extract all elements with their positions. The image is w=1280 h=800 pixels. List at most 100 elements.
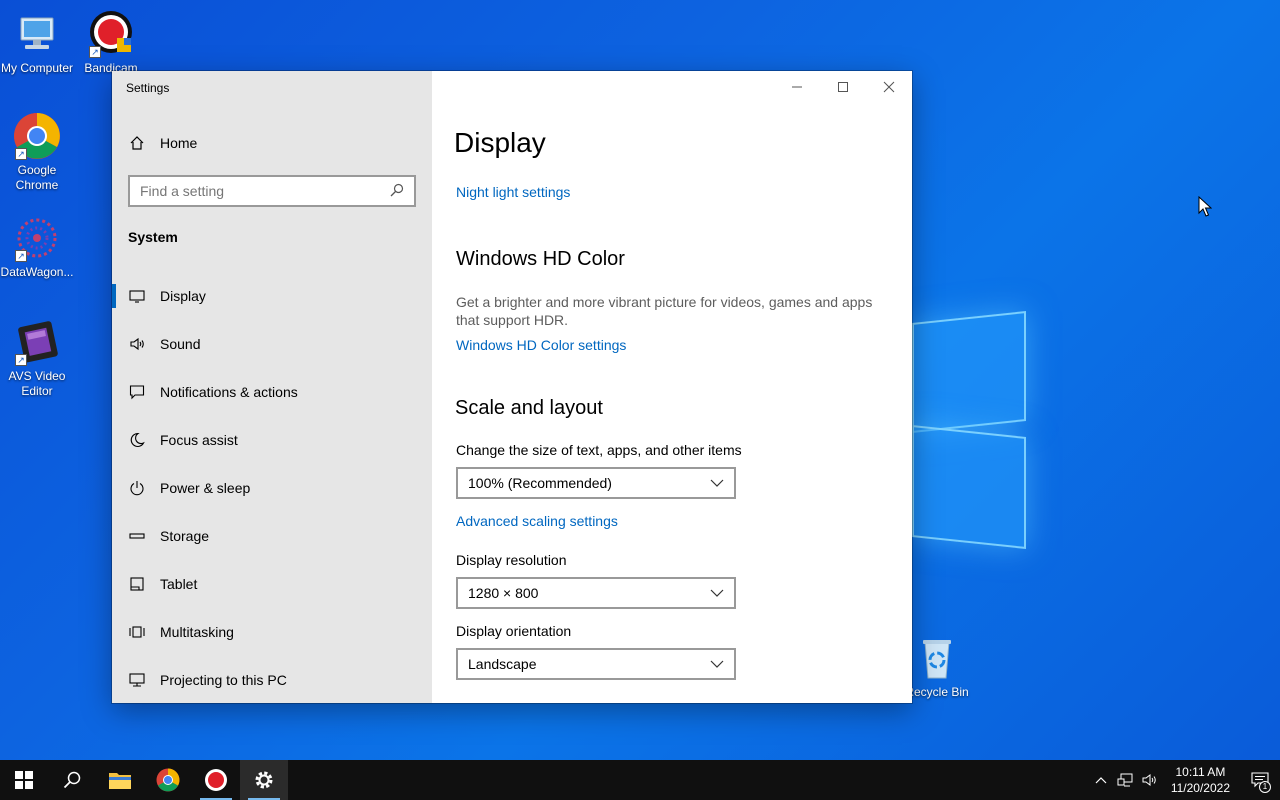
desktop-icon-my-computer[interactable]: My Computer bbox=[0, 10, 74, 76]
hd-color-heading: Windows HD Color bbox=[456, 248, 625, 270]
windows-wallpaper-logo bbox=[912, 305, 1030, 550]
sidebar-item-label: Home bbox=[160, 135, 198, 151]
multitasking-icon bbox=[128, 623, 146, 641]
storage-icon bbox=[128, 527, 146, 545]
desktop-icon-google-chrome[interactable]: ↗ Google Chrome bbox=[0, 112, 74, 193]
avs-video-editor-icon: ↗ bbox=[13, 318, 61, 366]
resolution-value: 1280 × 800 bbox=[468, 585, 539, 601]
sidebar-item-label: Power & sleep bbox=[160, 480, 251, 496]
tablet-icon bbox=[128, 575, 146, 593]
windows-start-icon bbox=[15, 771, 33, 789]
bandicam-icon: ↗ bbox=[87, 10, 135, 58]
sidebar-item-label: Focus assist bbox=[160, 432, 238, 448]
chevron-down-icon bbox=[710, 589, 724, 597]
sidebar-item-label: Projecting to this PC bbox=[160, 672, 287, 688]
settings-window: Settings Home Find a setting System Disp… bbox=[112, 71, 912, 703]
volume-button[interactable] bbox=[1137, 760, 1161, 800]
search-icon bbox=[63, 771, 81, 789]
scale-dropdown[interactable]: 100% (Recommended) bbox=[456, 467, 736, 499]
desktop-icon-label: Recycle Bin bbox=[905, 685, 969, 699]
network-icon bbox=[1117, 773, 1133, 787]
sidebar-item-label: Sound bbox=[160, 336, 201, 352]
scale-value: 100% (Recommended) bbox=[468, 475, 612, 491]
window-title: Settings bbox=[126, 81, 170, 95]
orientation-dropdown[interactable]: Landscape bbox=[456, 648, 736, 680]
sidebar-item-label: Notifications & actions bbox=[160, 384, 298, 400]
bandicam-icon bbox=[205, 769, 227, 791]
chrome-icon: ↗ bbox=[13, 112, 61, 160]
hd-color-settings-link[interactable]: Windows HD Color settings bbox=[456, 337, 626, 353]
settings-sidebar: Settings Home Find a setting System Disp… bbox=[112, 71, 432, 703]
sidebar-item-tablet[interactable]: Tablet bbox=[112, 564, 432, 604]
desktop-icon-label: AVS Video Editor bbox=[8, 369, 66, 398]
taskbar-bandicam[interactable] bbox=[192, 760, 240, 800]
chrome-icon bbox=[156, 768, 180, 792]
recycle-bin-icon bbox=[913, 634, 961, 682]
resolution-label: Display resolution bbox=[456, 552, 567, 568]
settings-content: Display Night light settings Windows HD … bbox=[432, 71, 912, 703]
mouse-cursor-icon bbox=[1198, 196, 1212, 217]
sidebar-item-label: Tablet bbox=[160, 576, 198, 592]
sidebar-item-label: Display bbox=[160, 288, 206, 304]
computer-icon bbox=[13, 10, 61, 58]
notification-count-badge: 1 bbox=[1259, 781, 1271, 793]
start-button[interactable] bbox=[0, 760, 48, 800]
search-button[interactable] bbox=[48, 760, 96, 800]
search-input[interactable]: Find a setting bbox=[128, 175, 416, 207]
network-button[interactable] bbox=[1113, 760, 1137, 800]
page-title: Display bbox=[454, 127, 546, 158]
desktop-icon-label: Google Chrome bbox=[15, 163, 59, 192]
orientation-label: Display orientation bbox=[456, 623, 572, 639]
power-icon bbox=[128, 479, 146, 497]
sidebar-item-display[interactable]: Display bbox=[112, 276, 432, 316]
home-icon bbox=[128, 134, 146, 152]
folder-icon bbox=[109, 773, 131, 789]
taskbar-file-explorer[interactable] bbox=[96, 760, 144, 800]
chevron-down-icon bbox=[710, 479, 724, 487]
chevron-down-icon bbox=[710, 660, 724, 668]
gear-icon bbox=[255, 771, 273, 789]
projecting-icon bbox=[128, 671, 146, 689]
monitor-icon bbox=[128, 287, 146, 305]
show-hidden-icons-button[interactable] bbox=[1089, 760, 1113, 800]
search-icon bbox=[390, 183, 404, 200]
sidebar-item-sound[interactable]: Sound bbox=[112, 324, 432, 364]
notification-icon bbox=[128, 383, 146, 401]
moon-icon bbox=[128, 431, 146, 449]
scale-layout-heading: Scale and layout bbox=[455, 397, 603, 419]
desktop-icon-datawagon[interactable]: ↗ DataWagon... bbox=[0, 214, 74, 280]
search-placeholder: Find a setting bbox=[140, 183, 225, 199]
scale-label: Change the size of text, apps, and other… bbox=[456, 442, 742, 458]
chevron-up-icon bbox=[1095, 777, 1107, 784]
sidebar-item-home[interactable]: Home bbox=[112, 123, 432, 163]
taskbar-settings[interactable] bbox=[240, 760, 288, 800]
action-center-button[interactable]: 1 bbox=[1240, 760, 1280, 800]
taskbar: 10:11 AM 11/20/2022 1 bbox=[0, 760, 1280, 800]
sidebar-item-label: Storage bbox=[160, 528, 210, 544]
taskbar-chrome[interactable] bbox=[144, 760, 192, 800]
hd-color-description: Get a brighter and more vibrant picture … bbox=[456, 294, 873, 328]
speaker-icon bbox=[1142, 774, 1156, 786]
speaker-icon bbox=[128, 335, 146, 353]
sidebar-item-power-sleep[interactable]: Power & sleep bbox=[112, 468, 432, 508]
clock-time: 10:11 AM bbox=[1175, 765, 1226, 779]
orientation-value: Landscape bbox=[468, 656, 537, 672]
desktop-icon-label: My Computer bbox=[0, 61, 74, 75]
sidebar-item-projecting[interactable]: Projecting to this PC bbox=[112, 660, 432, 700]
datawagon-icon: ↗ bbox=[13, 214, 61, 262]
clock-date: 11/20/2022 bbox=[1170, 781, 1230, 795]
sidebar-item-multitasking[interactable]: Multitasking bbox=[112, 612, 432, 652]
desktop-icon-bandicam[interactable]: ↗ Bandicam bbox=[74, 10, 148, 76]
sidebar-item-label: Multitasking bbox=[160, 624, 234, 640]
night-light-settings-link[interactable]: Night light settings bbox=[456, 184, 570, 200]
desktop-icon-label: DataWagon... bbox=[0, 265, 74, 279]
section-heading-system: System bbox=[128, 229, 178, 245]
sidebar-item-focus-assist[interactable]: Focus assist bbox=[112, 420, 432, 460]
resolution-dropdown[interactable]: 1280 × 800 bbox=[456, 577, 736, 609]
sidebar-item-storage[interactable]: Storage bbox=[112, 516, 432, 556]
advanced-scaling-link[interactable]: Advanced scaling settings bbox=[456, 513, 618, 529]
desktop-icon-avs-video-editor[interactable]: ↗ AVS Video Editor bbox=[0, 318, 74, 399]
system-tray: 10:11 AM 11/20/2022 1 bbox=[1089, 760, 1280, 800]
sidebar-item-notifications[interactable]: Notifications & actions bbox=[112, 372, 432, 412]
clock[interactable]: 10:11 AM 11/20/2022 bbox=[1161, 764, 1240, 796]
